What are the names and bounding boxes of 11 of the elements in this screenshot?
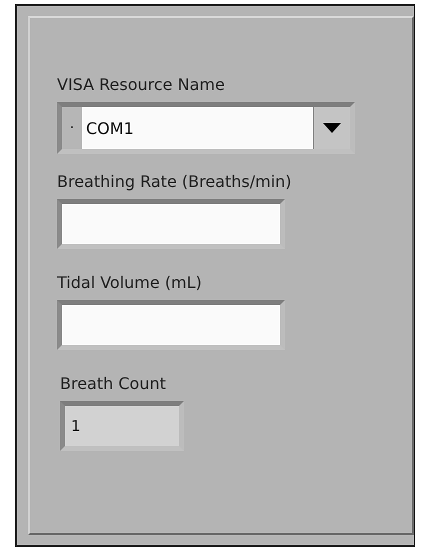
resource-dropdown[interactable]: · COM1 — [57, 102, 355, 154]
field-label: VISA Resource Name — [57, 75, 225, 94]
count-value: 1 — [65, 406, 179, 446]
dropdown-value: COM1 — [82, 107, 313, 149]
input-field[interactable] — [57, 300, 285, 350]
input-field[interactable] — [57, 199, 285, 249]
indicator-label: Breath Count — [60, 374, 166, 393]
field-label: Breathing Rate (Breaths/min) — [57, 172, 292, 191]
field-label: Tidal Volume (mL) — [57, 273, 202, 292]
prefix-text: · — [62, 107, 82, 149]
dropdown-arrow-icon[interactable] — [323, 123, 341, 133]
